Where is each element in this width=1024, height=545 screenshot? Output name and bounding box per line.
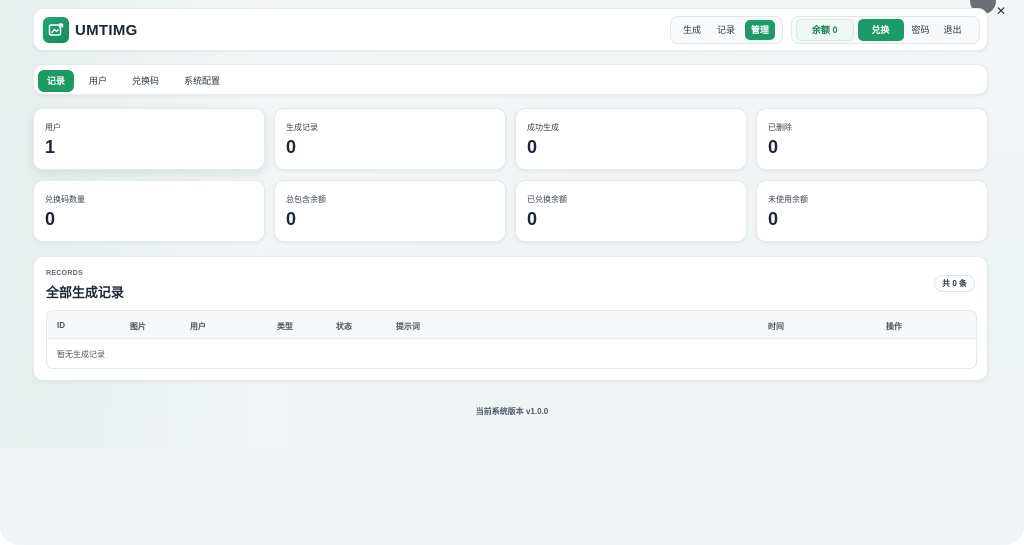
balance-badge: 余额 0 <box>796 19 854 41</box>
stat-card-success: 成功生成 0 <box>515 108 747 170</box>
stat-value: 0 <box>527 137 538 157</box>
version-footer: 当前系统版本 v1.0.0 <box>475 407 549 416</box>
tab-redeem-codes[interactable]: 兑换码 <box>123 70 168 92</box>
tab-users[interactable]: 用户 <box>80 70 116 92</box>
column-header-type: 类型 <box>277 322 293 331</box>
top-header: UMTIMG 生成 记录 管理 余额 0 兑换 密码 退出 <box>33 8 988 51</box>
stat-value: 0 <box>45 209 56 229</box>
stat-value: 1 <box>45 137 56 157</box>
tab-system-config[interactable]: 系统配置 <box>175 70 229 92</box>
empty-state-text: 暂无生成记录 <box>57 350 105 359</box>
stat-label: 生成记录 <box>286 123 318 132</box>
records-table: ID 图片 用户 类型 状态 提示词 时间 操作 暂无生成记录 <box>46 310 977 369</box>
stat-card-total-balance: 总包含余额 0 <box>274 180 506 242</box>
stat-label: 未使用余额 <box>768 195 808 204</box>
stat-card-redeemed-balance: 已兑换余额 0 <box>515 180 747 242</box>
admin-tabs: 记录 用户 兑换码 系统配置 <box>33 64 988 95</box>
column-header-prompt: 提示词 <box>396 322 420 331</box>
stat-card-unused-balance: 未使用余额 0 <box>756 180 988 242</box>
table-header: ID 图片 用户 类型 状态 提示词 时间 操作 <box>47 311 976 339</box>
stat-label: 已兑换余额 <box>527 195 567 204</box>
app-logo-icon <box>43 17 69 43</box>
records-panel: RECORDS 全部生成记录 共 0 条 ID 图片 用户 类型 状态 提示词 … <box>33 256 988 381</box>
password-button[interactable]: 密码 <box>906 20 936 40</box>
nav-admin[interactable]: 管理 <box>745 20 776 40</box>
column-header-actions: 操作 <box>886 322 902 331</box>
stat-label: 成功生成 <box>527 123 559 132</box>
close-icon[interactable]: ✕ <box>994 4 1008 18</box>
stat-label: 用户 <box>45 123 61 132</box>
exchange-button[interactable]: 兑换 <box>857 19 904 41</box>
stat-card-deleted: 已删除 0 <box>756 108 988 170</box>
nav-generate[interactable]: 生成 <box>677 20 707 40</box>
stat-label: 兑换码数量 <box>45 195 85 204</box>
stat-label: 总包含余额 <box>286 195 326 204</box>
account-nav: 余额 0 兑换 密码 退出 <box>791 16 980 44</box>
column-header-status: 状态 <box>336 322 352 331</box>
tab-records[interactable]: 记录 <box>38 70 75 92</box>
records-title: 全部生成记录 <box>46 285 125 300</box>
stat-card-generated: 生成记录 0 <box>274 108 506 170</box>
brand-name[interactable]: UMTIMG <box>75 22 138 39</box>
column-header-user: 用户 <box>190 322 206 331</box>
stat-label: 已删除 <box>768 123 792 132</box>
column-header-time: 时间 <box>768 322 784 331</box>
stat-value: 0 <box>768 137 779 157</box>
records-count-badge: 共 0 条 <box>934 275 975 292</box>
column-header-image: 图片 <box>130 322 146 331</box>
logout-button[interactable]: 退出 <box>938 20 968 40</box>
records-eyebrow: RECORDS <box>46 270 84 277</box>
column-header-id: ID <box>57 321 65 330</box>
stat-card-code-count: 兑换码数量 0 <box>33 180 265 242</box>
stat-value: 0 <box>527 209 538 229</box>
stat-value: 0 <box>768 209 779 229</box>
nav-records[interactable]: 记录 <box>711 20 741 40</box>
stat-value: 0 <box>286 137 297 157</box>
stat-value: 0 <box>286 209 297 229</box>
main-nav: 生成 记录 管理 <box>670 16 783 44</box>
stat-card-users: 用户 1 <box>33 108 265 170</box>
